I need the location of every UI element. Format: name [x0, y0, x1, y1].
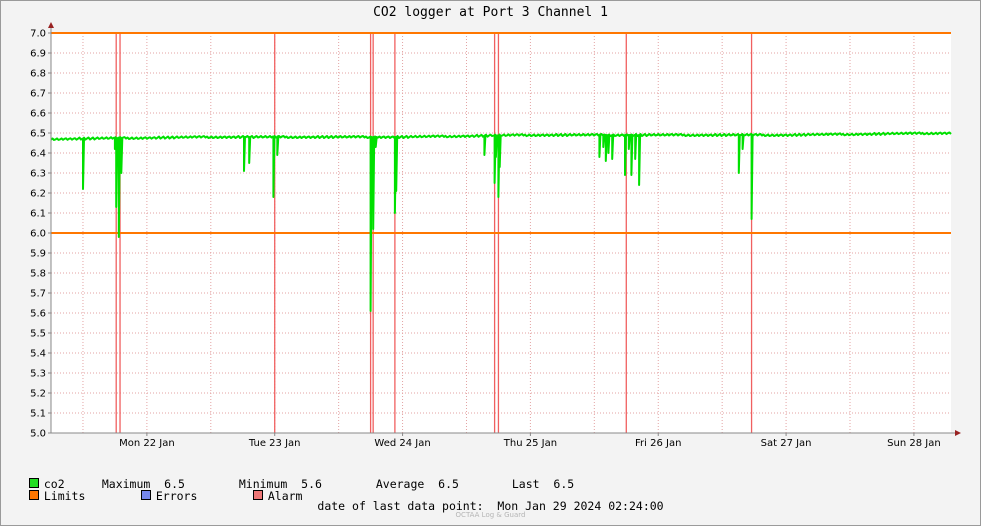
- y-tick-label: 5.8: [30, 269, 46, 280]
- y-tick-label: 5.5: [30, 329, 46, 340]
- y-axis-arrow: [48, 22, 54, 28]
- y-tick-label: 6.9: [30, 49, 46, 60]
- stat-average: Average 6.5: [375, 477, 459, 491]
- x-tick-label: Mon 22 Jan: [119, 438, 175, 449]
- watermark: OCTAA Log & Guard: [455, 511, 526, 519]
- y-tick-label: 5.1: [30, 409, 46, 420]
- stat-last: Last 6.5: [511, 477, 575, 491]
- y-tick-label: 6.5: [30, 129, 46, 140]
- y-tick-label: 6.4: [30, 149, 46, 160]
- y-tick-label: 5.6: [30, 309, 46, 320]
- co2-chart: 5.0 5.1 5.2 5.3 5.4 5.5 5.6 5.7 5.8 5.9 6.0 6.1 6.2 6…: [30, 22, 961, 449]
- y-tick-label: 5.0: [30, 429, 46, 440]
- y-tick-label: 6.6: [30, 109, 46, 120]
- y-tick-label: 6.8: [30, 69, 46, 80]
- x-tick-label: Sun 28 Jan: [887, 438, 941, 449]
- x-axis-arrow: [955, 430, 961, 436]
- y-tick-label: 7.0: [30, 29, 46, 40]
- x-tick-label: Sat 27 Jan: [761, 438, 812, 449]
- x-tick-label: Tue 23 Jan: [248, 438, 301, 449]
- y-tick-label: 5.3: [30, 369, 46, 380]
- y-tick-label: 5.7: [30, 289, 46, 300]
- y-tick-label: 6.1: [30, 209, 46, 220]
- x-tick-label: Fri 26 Jan: [635, 438, 681, 449]
- x-tick-label: Wed 24 Jan: [374, 438, 430, 449]
- y-tick-label: 6.2: [30, 189, 46, 200]
- y-tick-label: 6.3: [30, 169, 46, 180]
- y-tick-label: 5.4: [30, 349, 46, 360]
- y-tick-label: 5.9: [30, 249, 46, 260]
- x-tick-label: Thu 25 Jan: [503, 438, 557, 449]
- y-tick-label: 6.0: [30, 229, 46, 240]
- y-tick-label: 6.7: [30, 89, 46, 100]
- y-tick-label: 5.2: [30, 389, 46, 400]
